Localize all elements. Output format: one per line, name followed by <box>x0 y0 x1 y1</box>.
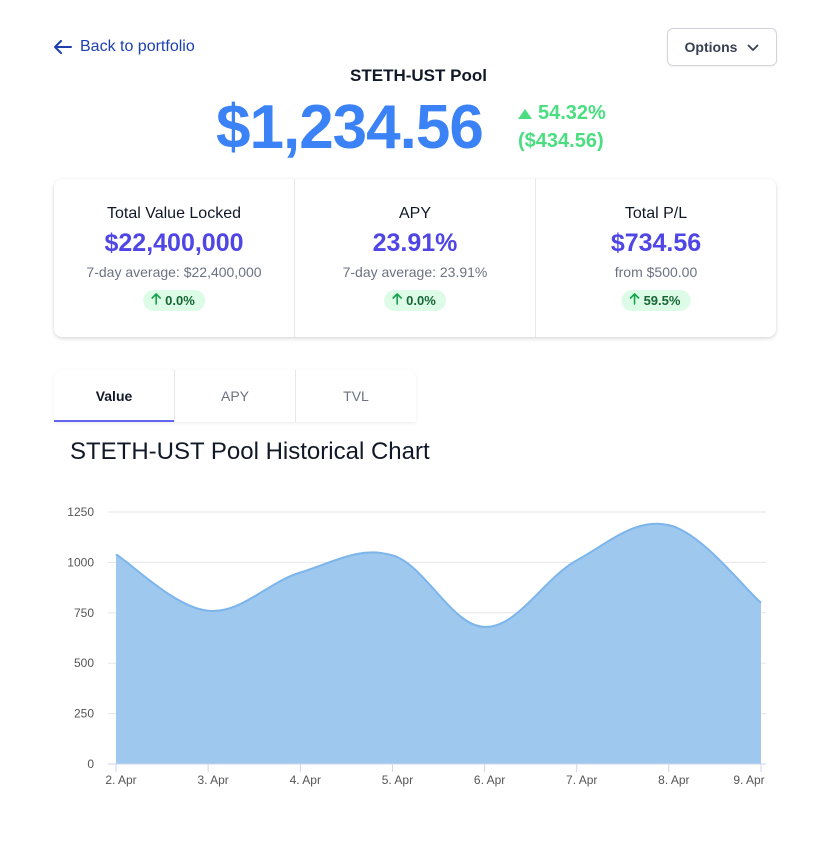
stat-total-pl: Total P/L $734.56 from $500.00 59.5% <box>535 179 776 337</box>
stat-label: APY <box>398 205 431 222</box>
area-fill <box>116 523 761 764</box>
stats-card: Total Value Locked $22,400,000 7-day ave… <box>54 179 776 337</box>
arrow-up-icon <box>629 293 640 308</box>
change-badge: 0.0% <box>384 290 446 311</box>
triangle-up-icon <box>518 102 532 125</box>
change-absolute: ($434.56) <box>518 130 604 152</box>
back-to-portfolio-link[interactable]: Back to portfolio <box>54 37 195 57</box>
stat-value: $22,400,000 <box>104 229 244 257</box>
change-percent: 54.32% <box>518 102 606 125</box>
back-link-label: Back to portfolio <box>80 38 195 55</box>
stat-label: Total Value Locked <box>106 205 241 222</box>
options-button[interactable]: Options <box>667 28 777 66</box>
x-tick-label: 8. Apr <box>658 773 689 787</box>
stat-subtext: 7-day average: $22,400,000 <box>86 264 262 280</box>
y-tick-label: 1000 <box>67 555 94 569</box>
chart-tabs: Value APY TVL <box>54 370 416 422</box>
y-tick-label: 250 <box>74 707 94 721</box>
arrow-up-icon <box>392 293 402 308</box>
stat-tvl: Total Value Locked $22,400,000 7-day ave… <box>54 179 294 337</box>
stat-value: $734.56 <box>610 229 702 257</box>
tab-apy[interactable]: APY <box>174 370 295 422</box>
x-tick-label: 2. Apr <box>105 773 136 787</box>
tab-value[interactable]: Value <box>54 370 174 422</box>
x-tick-label: 9. Apr <box>733 773 764 787</box>
x-tick-label: 4. Apr <box>290 773 321 787</box>
change-badge: 59.5% <box>621 290 691 311</box>
change-percent-value: 54.32% <box>538 102 606 124</box>
change-badge: 0.0% <box>143 290 205 311</box>
badge-value: 0.0% <box>406 293 436 308</box>
arrow-up-icon <box>151 293 161 308</box>
tab-tvl[interactable]: TVL <box>295 370 416 422</box>
arrow-left-icon <box>54 40 72 54</box>
x-tick-label: 7. Apr <box>566 773 597 787</box>
y-tick-label: 750 <box>74 606 94 620</box>
options-label: Options <box>684 39 738 55</box>
y-tick-label: 1250 <box>67 505 94 519</box>
badge-value: 59.5% <box>643 293 681 308</box>
portfolio-value: $1,234.56 <box>216 93 484 162</box>
historical-chart: 0 250 500 750 1000 1250 2. Apr 3. Apr 4. Apr 5. A… <box>67 505 766 787</box>
stat-subtext: 7-day average: 23.91% <box>342 264 488 280</box>
x-tick-label: 3. Apr <box>197 773 228 787</box>
stat-subtext: from $500.00 <box>614 264 698 280</box>
pool-name: STETH-UST Pool <box>350 66 487 85</box>
badge-value: 0.0% <box>165 293 195 308</box>
stat-label: Total P/L <box>624 205 688 222</box>
chevron-down-icon <box>747 39 759 55</box>
chart-title: STETH-UST Pool Historical Chart <box>70 438 430 465</box>
x-tick-label: 6. Apr <box>474 773 505 787</box>
y-tick-label: 500 <box>74 656 94 670</box>
stat-apy: APY 23.91% 7-day average: 23.91% 0.0% <box>294 179 535 337</box>
stat-value: 23.91% <box>372 229 458 257</box>
x-tick-label: 5. Apr <box>382 773 413 787</box>
y-tick-label: 0 <box>87 757 94 771</box>
